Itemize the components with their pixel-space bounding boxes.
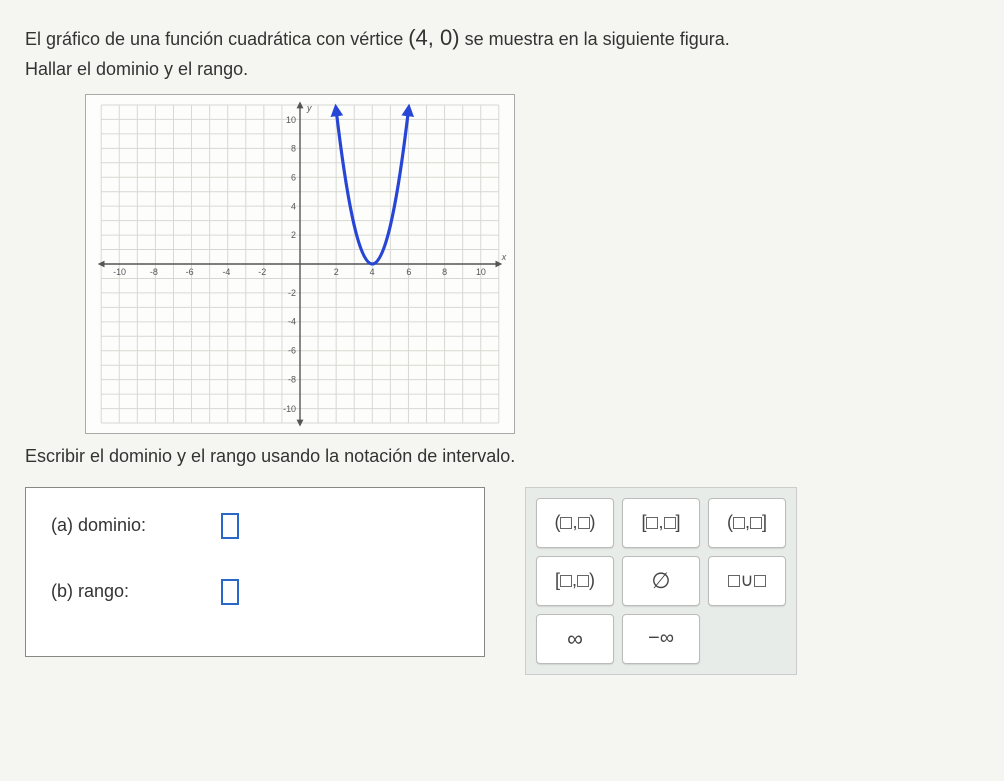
key-empty-set[interactable]: ∅	[622, 556, 700, 606]
x-axis-label: x	[501, 252, 507, 262]
svg-text:2: 2	[334, 267, 339, 277]
question-text: El gráfico de una función cuadrática con…	[25, 20, 979, 84]
svg-text:-4: -4	[222, 267, 230, 277]
svg-text:6: 6	[291, 172, 296, 182]
graph-panel: x y -10 -8 -6 -4 -2 2 4 6 8 10 10 8 6 4 2 -2 -4 -6 -8 -1…	[85, 94, 515, 434]
range-row: (b) rango:	[51, 579, 459, 605]
question-line1-post: se muestra en la siguiente figura.	[465, 29, 730, 49]
domain-input[interactable]	[221, 513, 239, 539]
key-union[interactable]: ∪	[708, 556, 786, 606]
range-label: (b) rango:	[51, 581, 181, 602]
domain-row: (a) dominio:	[51, 513, 459, 539]
y-axis-label: y	[306, 103, 312, 113]
svg-text:-6: -6	[288, 345, 296, 355]
domain-label: (a) dominio:	[51, 515, 181, 536]
svg-text:2: 2	[291, 230, 296, 240]
keypad: (,) [,] (,] [,) ∅ ∪ ∞ −∞	[525, 487, 797, 675]
key-closed-closed[interactable]: [,]	[622, 498, 700, 548]
svg-text:-6: -6	[186, 267, 194, 277]
key-open-closed[interactable]: (,]	[708, 498, 786, 548]
svg-text:-10: -10	[113, 267, 126, 277]
key-neg-infinity[interactable]: −∞	[622, 614, 700, 664]
svg-text:-4: -4	[288, 317, 296, 327]
question-line1-pre: El gráfico de una función cuadrática con…	[25, 29, 408, 49]
svg-text:-8: -8	[288, 374, 296, 384]
key-infinity[interactable]: ∞	[536, 614, 614, 664]
svg-text:8: 8	[442, 267, 447, 277]
svg-text:-8: -8	[150, 267, 158, 277]
svg-text:4: 4	[291, 201, 296, 211]
range-input[interactable]	[221, 579, 239, 605]
svg-text:8: 8	[291, 144, 296, 154]
svg-text:-2: -2	[288, 288, 296, 298]
svg-text:-10: -10	[283, 404, 296, 414]
vertex-coords: (4, 0)	[408, 25, 459, 50]
question-line2: Hallar el dominio y el rango.	[25, 59, 248, 79]
key-empty	[708, 614, 786, 664]
svg-text:-2: -2	[258, 267, 266, 277]
answer-box: (a) dominio: (b) rango:	[25, 487, 485, 657]
graph-svg: x y -10 -8 -6 -4 -2 2 4 6 8 10 10 8 6 4 2 -2 -4 -6 -8 -1…	[86, 95, 514, 433]
svg-text:10: 10	[476, 267, 486, 277]
svg-text:6: 6	[406, 267, 411, 277]
svg-text:4: 4	[370, 267, 375, 277]
instruction-text: Escribir el dominio y el rango usando la…	[25, 446, 979, 467]
key-closed-open[interactable]: [,)	[536, 556, 614, 606]
svg-text:10: 10	[286, 115, 296, 125]
key-open-open[interactable]: (,)	[536, 498, 614, 548]
